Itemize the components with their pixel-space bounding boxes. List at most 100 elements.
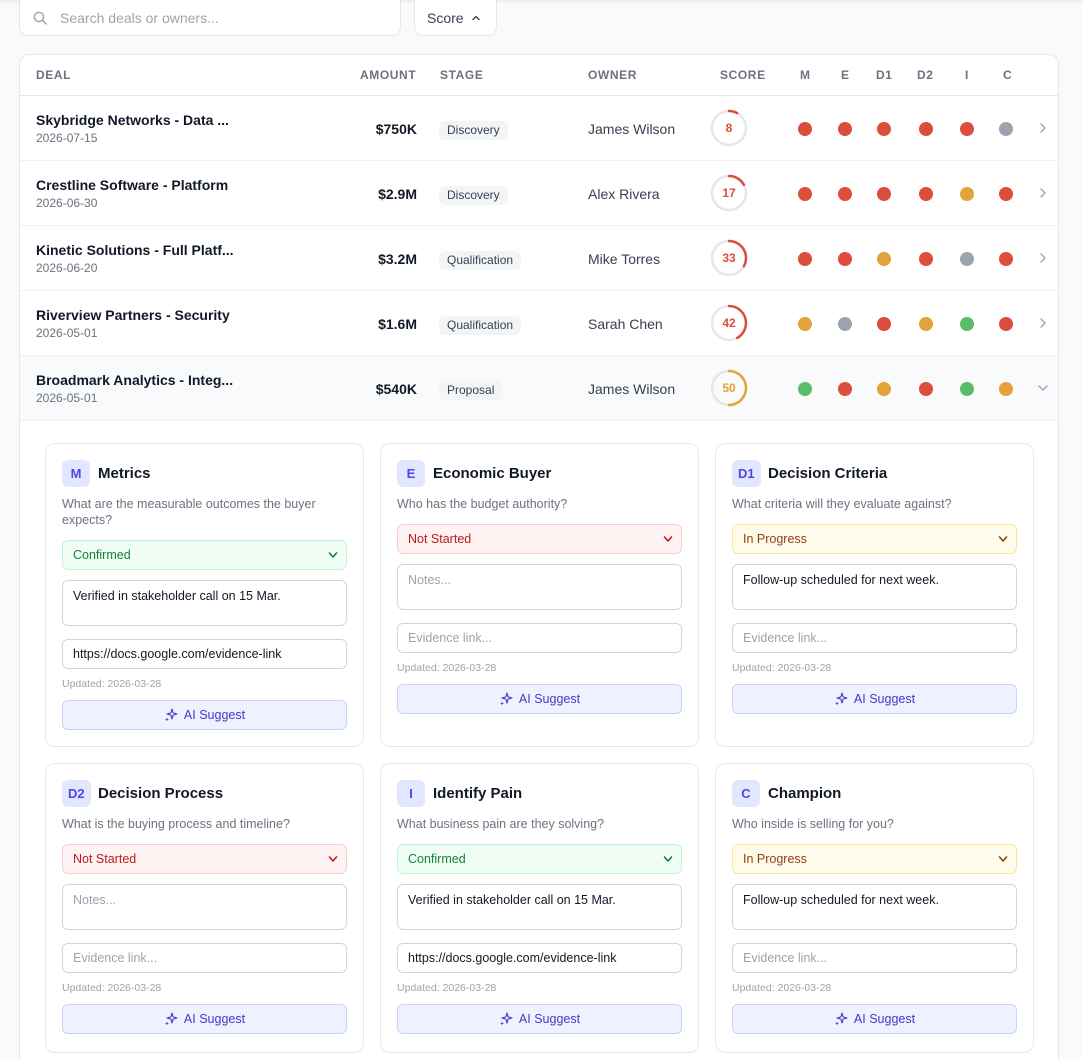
evidence-link-input[interactable] [732, 623, 1017, 653]
col-header-d2: D2 [917, 68, 934, 82]
status-value: In Progress [743, 852, 807, 866]
notes-field[interactable] [62, 884, 347, 930]
ai-suggest-label: AI Suggest [518, 1012, 581, 1026]
card-title: Decision Criteria [768, 465, 888, 482]
sort-score-button[interactable]: Score [414, 0, 497, 36]
score-value: 33 [722, 251, 736, 265]
score-value: 42 [722, 316, 736, 330]
deal-owner: James Wilson [588, 381, 676, 397]
sparkle-icon [499, 692, 513, 706]
col-header-amount[interactable]: AMOUNT [360, 68, 416, 82]
status-select[interactable]: Confirmed [397, 844, 682, 874]
search-box[interactable] [19, 0, 401, 36]
chevron-up-icon [471, 15, 480, 20]
meddic-e-dot [838, 382, 852, 396]
chevron-down-icon[interactable] [1037, 381, 1049, 395]
evidence-link-input[interactable] [732, 943, 1017, 973]
chevron-right-icon[interactable] [1037, 186, 1049, 200]
meddic-card-d2: D2 Decision Process What is the buying p… [45, 763, 364, 1053]
status-value: In Progress [743, 532, 807, 546]
col-header-deal[interactable]: DEAL [36, 68, 71, 82]
ai-suggest-button[interactable]: AI Suggest [732, 684, 1017, 714]
evidence-link-input[interactable] [62, 943, 347, 973]
col-header-owner[interactable]: OWNER [588, 68, 637, 82]
col-header-i: I [965, 68, 969, 82]
deal-owner: Mike Torres [588, 251, 661, 267]
status-select[interactable]: Confirmed [62, 540, 347, 570]
table-row[interactable]: Crestline Software - Platform 2026-06-30… [20, 161, 1058, 226]
table-row[interactable]: Skybridge Networks - Data ... 2026-07-15… [20, 96, 1058, 161]
meddic-d2-dot [919, 382, 933, 396]
meddic-card-m: M Metrics What are the measurable outcom… [45, 443, 364, 747]
score-value: 50 [722, 381, 736, 395]
ai-suggest-label: AI Suggest [183, 708, 246, 722]
table-row[interactable]: Kinetic Solutions - Full Platf... 2026-0… [20, 226, 1058, 291]
deals-table: DEAL AMOUNT STAGE OWNER SCORE M E D1 D2 … [19, 54, 1059, 1059]
deal-name[interactable]: Broadmark Analytics - Integ... [36, 372, 233, 388]
chevron-right-icon[interactable] [1037, 316, 1049, 330]
sparkle-icon [834, 1012, 848, 1026]
meddic-card-i: I Identify Pain What business pain are t… [380, 763, 699, 1053]
sort-label: Score [427, 9, 464, 26]
status-select[interactable]: Not Started [62, 844, 347, 874]
chevron-down-icon [328, 552, 338, 558]
notes-field[interactable]: Follow-up scheduled for next week. [732, 564, 1017, 610]
ai-suggest-button[interactable]: AI Suggest [62, 700, 347, 730]
ai-suggest-button[interactable]: AI Suggest [397, 684, 682, 714]
meddic-c-dot [999, 317, 1013, 331]
status-select[interactable]: In Progress [732, 524, 1017, 554]
table-row[interactable]: Riverview Partners - Security 2026-05-01… [20, 291, 1058, 356]
meddic-badge: I [397, 780, 425, 807]
evidence-link-input[interactable] [397, 943, 682, 973]
card-question: Who inside is selling for you? [732, 817, 894, 831]
status-value: Not Started [73, 852, 137, 866]
deal-name[interactable]: Riverview Partners - Security [36, 307, 230, 323]
meddic-card-c: C Champion Who inside is selling for you… [715, 763, 1034, 1053]
search-input[interactable] [20, 0, 400, 35]
notes-field[interactable]: Follow-up scheduled for next week. [732, 884, 1017, 930]
score-ring: 50 [710, 369, 748, 407]
status-select[interactable]: Not Started [397, 524, 682, 554]
ai-suggest-button[interactable]: AI Suggest [397, 1004, 682, 1034]
ai-suggest-button[interactable]: AI Suggest [732, 1004, 1017, 1034]
updated-timestamp: Updated: 2026-03-28 [62, 678, 162, 690]
sparkle-icon [164, 1012, 178, 1026]
ai-suggest-button[interactable]: AI Suggest [62, 1004, 347, 1034]
card-title: Champion [768, 785, 842, 802]
meddic-card-d1: D1 Decision Criteria What criteria will … [715, 443, 1034, 747]
status-select[interactable]: In Progress [732, 844, 1017, 874]
meddic-e-dot [838, 317, 852, 331]
deal-name[interactable]: Crestline Software - Platform [36, 177, 228, 193]
meddic-badge: E [397, 460, 425, 487]
deal-name[interactable]: Skybridge Networks - Data ... [36, 112, 229, 128]
chevron-right-icon[interactable] [1037, 121, 1049, 135]
score-ring: 8 [710, 109, 748, 147]
chevron-down-icon [663, 856, 673, 862]
chevron-right-icon[interactable] [1037, 251, 1049, 265]
evidence-link-input[interactable] [397, 623, 682, 653]
chevron-down-icon [998, 856, 1008, 862]
deal-owner: Alex Rivera [588, 186, 660, 202]
card-question: What is the buying process and timeline? [62, 817, 290, 831]
meddic-e-dot [838, 122, 852, 136]
col-header-stage[interactable]: STAGE [440, 68, 483, 82]
notes-field[interactable]: Verified in stakeholder call on 15 Mar. [397, 884, 682, 930]
ai-suggest-label: AI Suggest [183, 1012, 246, 1026]
score-value: 17 [722, 186, 736, 200]
col-header-d1: D1 [876, 68, 893, 82]
deal-amount: $2.9M [378, 186, 417, 202]
meddic-i-dot [960, 122, 974, 136]
status-value: Confirmed [408, 852, 466, 866]
chevron-down-icon [328, 856, 338, 862]
score-ring: 42 [710, 304, 748, 342]
deal-amount: $750K [375, 121, 417, 137]
notes-field[interactable]: Verified in stakeholder call on 15 Mar. [62, 580, 347, 626]
updated-timestamp: Updated: 2026-03-28 [62, 982, 162, 994]
meddic-d1-dot [877, 122, 891, 136]
col-header-c: C [1003, 68, 1013, 82]
table-row[interactable]: Broadmark Analytics - Integ... 2026-05-0… [20, 356, 1058, 421]
notes-field[interactable] [397, 564, 682, 610]
col-header-score[interactable]: SCORE [720, 68, 766, 82]
evidence-link-input[interactable] [62, 639, 347, 669]
deal-name[interactable]: Kinetic Solutions - Full Platf... [36, 242, 234, 258]
